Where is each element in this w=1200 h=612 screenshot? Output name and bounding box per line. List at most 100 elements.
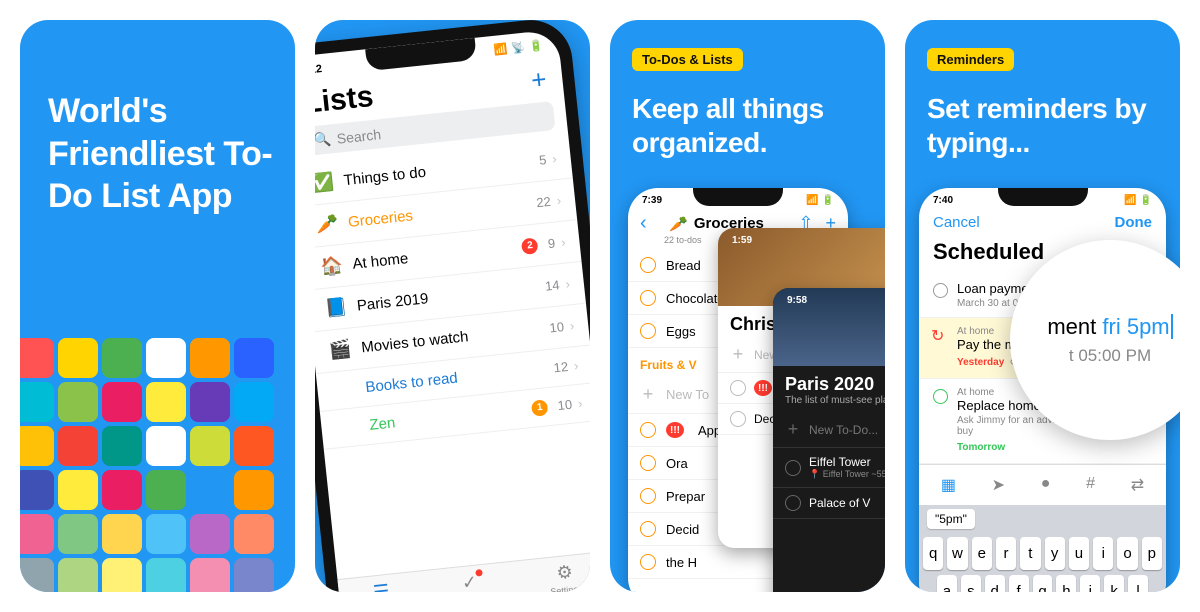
key-d[interactable]: d [985, 575, 1005, 592]
key-s[interactable]: s [961, 575, 981, 592]
add-list-button[interactable]: + [530, 63, 548, 95]
list-emoji: 🏠 [318, 255, 346, 279]
back-button[interactable]: ‹ [640, 212, 647, 235]
tab-settings[interactable]: ⚙Settings [547, 561, 583, 592]
gear-icon: ⚙ [556, 562, 574, 585]
list-emoji [332, 388, 358, 391]
wifi-icon: 📡 [511, 42, 526, 55]
list-emoji: 📘 [322, 296, 350, 320]
new-todo-row[interactable]: +New To-Do... [773, 412, 885, 448]
list-emoji [336, 426, 362, 429]
key-q[interactable]: q [923, 537, 943, 570]
key-l[interactable]: l [1128, 575, 1148, 592]
input-toolbar: ▦ ➤ ● # ⇄ [919, 464, 1166, 505]
marketing-panel-2: 8:12 📶📡🔋 Lists + 🔍 Search ✅Things to do5… [315, 20, 590, 592]
list-icon[interactable]: ⇄ [1131, 475, 1144, 495]
key-w[interactable]: w [947, 537, 967, 570]
status-time: 8:12 [315, 62, 323, 76]
search-placeholder: Search [336, 126, 382, 147]
todo-row[interactable]: Palace of V [773, 488, 885, 519]
plus-icon: + [640, 384, 656, 405]
todo-row[interactable]: Eiffel Tower📍 Eiffel Tower ~5574,7 km [773, 448, 885, 488]
list-name: Things to do [343, 152, 534, 189]
list-emoji: 🥕 [315, 213, 341, 237]
tab-bar: ☰Lists ✓To-dos ⚙Settings [337, 550, 590, 592]
suggestion[interactable]: "5pm" [927, 509, 975, 529]
tab-todos[interactable]: ✓To-dos [455, 571, 485, 592]
checkbox[interactable] [640, 455, 656, 471]
checkbox[interactable] [640, 488, 656, 504]
checkbox[interactable] [785, 495, 801, 511]
checkbox[interactable] [933, 389, 948, 404]
status-time: 7:39 [642, 195, 662, 206]
overdue-icon: ↻ [931, 326, 944, 346]
key-f[interactable]: f [1009, 575, 1029, 592]
checkbox[interactable] [640, 257, 656, 273]
checkbox[interactable] [640, 554, 656, 570]
checkbox[interactable] [640, 290, 656, 306]
key-k[interactable]: k [1104, 575, 1124, 592]
key-i[interactable]: i [1093, 537, 1113, 570]
search-icon: 🔍 [315, 130, 332, 149]
checkbox[interactable] [785, 460, 801, 476]
todo-text: Bread [666, 258, 701, 273]
priority-icon[interactable]: ● [1041, 475, 1051, 495]
chevron-right-icon: › [565, 276, 571, 291]
battery-icon: 🔋 [529, 40, 544, 53]
list-emoji: 🎬 [326, 338, 354, 362]
key-j[interactable]: j [1080, 575, 1100, 592]
key-p[interactable]: p [1142, 537, 1162, 570]
key-r[interactable]: r [996, 537, 1016, 570]
key-h[interactable]: h [1056, 575, 1076, 592]
marketing-panel-3: To-Dos & Lists Keep all things organized… [610, 20, 885, 592]
list-name: Movies to watch [360, 320, 544, 356]
list-name: Groceries [347, 195, 531, 231]
key-t[interactable]: t [1020, 537, 1040, 570]
chevron-right-icon: › [552, 151, 558, 166]
feature-chip: Reminders [927, 48, 1014, 71]
todo-meta: 📍 Eiffel Tower ~5574,7 km [809, 469, 885, 480]
keyboard: qwertyuiop asdfghjkl [919, 533, 1166, 592]
chevron-right-icon: › [560, 234, 566, 249]
priority-badge: !!! [666, 422, 684, 438]
todo-text: Prepar [666, 489, 705, 504]
phone-mock: 8:12 📶📡🔋 Lists + 🔍 Search ✅Things to do5… [315, 20, 590, 592]
status-icons: 📶 🔋 [806, 195, 834, 206]
marketing-panel-4: Reminders Set reminders by typing... 7:4… [905, 20, 1180, 592]
done-button[interactable]: Done [1115, 214, 1153, 231]
cancel-button[interactable]: Cancel [933, 214, 980, 231]
key-g[interactable]: g [1033, 575, 1053, 592]
chevron-right-icon: › [556, 193, 562, 208]
checkbox[interactable] [640, 521, 656, 537]
list-count: 12 [553, 359, 569, 375]
key-e[interactable]: e [972, 537, 992, 570]
tab-lists[interactable]: ☰Lists [371, 581, 393, 592]
signal-icon: 📶 [493, 43, 508, 56]
location-icon[interactable]: ➤ [992, 475, 1005, 495]
list-count: 22 [536, 194, 552, 210]
checkbox[interactable] [730, 411, 746, 427]
tag-icon[interactable]: # [1086, 475, 1095, 495]
card-subtitle: The list of must-see places [773, 395, 885, 412]
checkbox[interactable] [640, 323, 656, 339]
checkbox[interactable] [933, 283, 948, 298]
list-name: Zen [369, 400, 533, 434]
todo-text: Ora [666, 456, 688, 471]
due-date: Yesterday [957, 357, 1004, 368]
badge: 2 [521, 237, 539, 255]
status-time: 7:40 [933, 195, 953, 206]
calendar-icon[interactable]: ▦ [941, 475, 956, 495]
key-y[interactable]: y [1045, 537, 1065, 570]
status-icons: 📶 🔋 [1124, 195, 1152, 206]
chevron-right-icon: › [569, 318, 575, 333]
chevron-right-icon: › [573, 358, 579, 373]
list-count: 10 [557, 397, 573, 413]
marketing-panel-1: World's Friendliest To-Do List App [20, 20, 295, 592]
checkbox[interactable] [640, 422, 656, 438]
badge: 1 [531, 399, 549, 417]
key-a[interactable]: a [937, 575, 957, 592]
key-u[interactable]: u [1069, 537, 1089, 570]
key-o[interactable]: o [1117, 537, 1137, 570]
card-title: Paris 2020 [773, 366, 885, 395]
checkbox[interactable] [730, 380, 746, 396]
